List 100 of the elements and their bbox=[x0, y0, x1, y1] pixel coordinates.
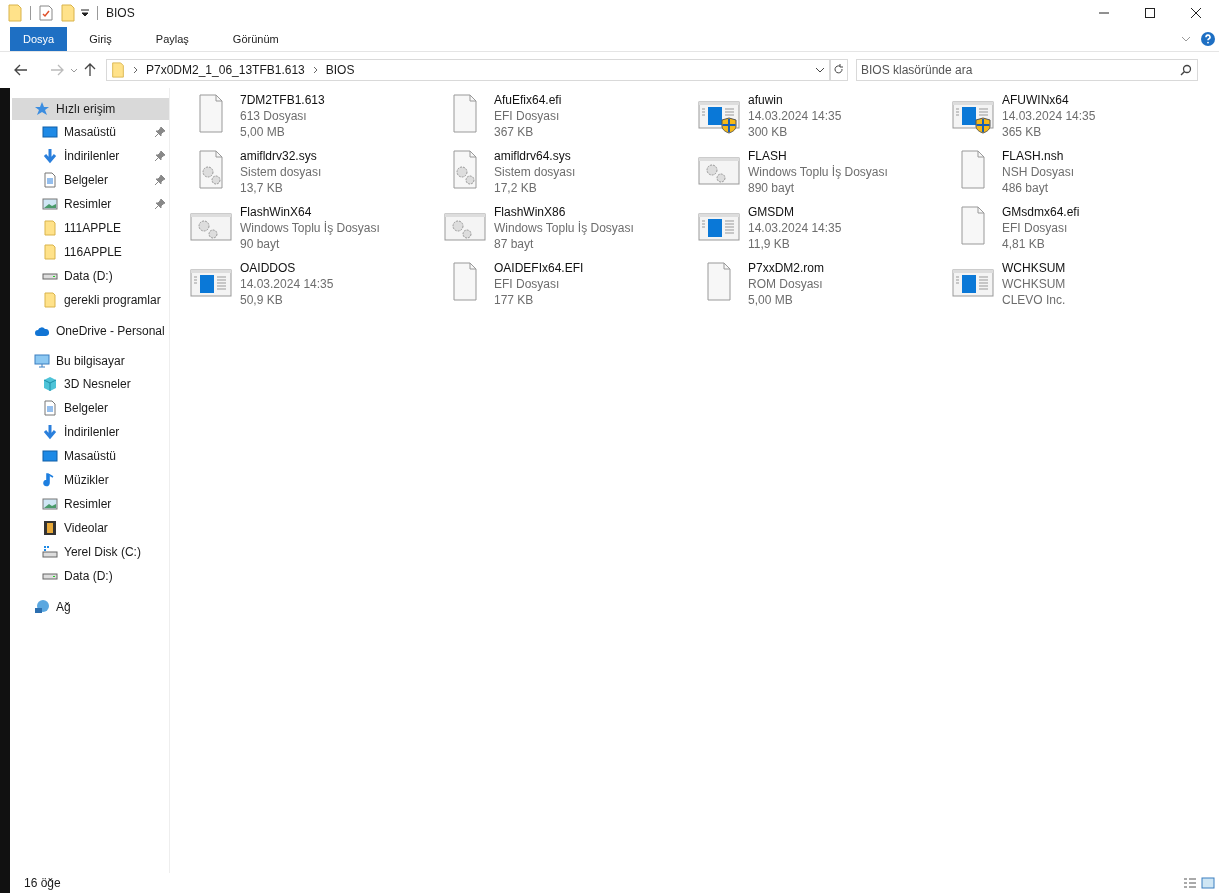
refresh-button[interactable] bbox=[830, 59, 848, 81]
file-type: 14.03.2024 14:35 bbox=[748, 108, 842, 124]
file-type: EFI Dosyası bbox=[494, 276, 561, 292]
breadcrumb[interactable]: BIOS bbox=[325, 61, 355, 79]
file-type: Sistem dosyası bbox=[494, 164, 576, 180]
folder-icon bbox=[42, 292, 58, 308]
help-icon[interactable] bbox=[1201, 32, 1215, 46]
file-type: ROM Dosyası bbox=[748, 276, 824, 292]
file-icon[interactable] bbox=[958, 206, 988, 246]
refresh-icon bbox=[834, 64, 844, 76]
sidebar-item[interactable]: 111APPLE bbox=[12, 216, 169, 240]
sidebar-item[interactable]: Videolar bbox=[12, 516, 169, 540]
file-icon[interactable] bbox=[450, 94, 480, 134]
back-arrow-icon[interactable] bbox=[14, 64, 28, 76]
breadcrumb[interactable]: P7x0DM2_1_06_13TFB1.613 bbox=[146, 61, 305, 79]
pin-icon[interactable] bbox=[155, 175, 165, 185]
file-name[interactable]: FLASH bbox=[748, 148, 888, 164]
folder-icon bbox=[111, 62, 125, 78]
up-arrow-icon[interactable] bbox=[84, 63, 96, 77]
file-type: 14.03.2024 14:35 bbox=[240, 276, 334, 292]
file-icon[interactable] bbox=[450, 262, 480, 302]
new-folder-icon[interactable] bbox=[61, 3, 75, 22]
file-size: 87 bayt bbox=[494, 236, 535, 252]
sidebar-item[interactable]: Müzikler bbox=[12, 468, 169, 492]
desktop-icon bbox=[42, 124, 58, 140]
chevron-down-icon[interactable] bbox=[815, 67, 825, 73]
file-name[interactable]: amifldrv32.sys bbox=[240, 148, 322, 164]
file-icon[interactable] bbox=[704, 262, 734, 302]
file-name[interactable]: 7DM2TFB1.613 bbox=[240, 92, 325, 108]
large-icons-view-icon[interactable] bbox=[1201, 877, 1215, 889]
download-arrow-icon bbox=[42, 424, 58, 440]
ribbon-tab[interactable]: Paylaş bbox=[133, 27, 211, 51]
file-name[interactable]: OAIDEFIx64.EFI bbox=[494, 260, 584, 276]
file-icon[interactable] bbox=[196, 94, 226, 134]
sidebar-item[interactable]: gerekli programlar bbox=[12, 288, 169, 312]
folder-icon bbox=[8, 3, 22, 22]
file-type: Windows Toplu İş Dosyası bbox=[494, 220, 634, 236]
file-name[interactable]: AfuEfix64.efi bbox=[494, 92, 562, 108]
file-size: 177 KB bbox=[494, 292, 535, 308]
details-view-icon[interactable] bbox=[1183, 877, 1197, 889]
pin-icon[interactable] bbox=[155, 199, 165, 209]
file-name[interactable]: afuwin bbox=[748, 92, 842, 108]
file-name[interactable]: amifldrv64.sys bbox=[494, 148, 576, 164]
sidebar-item[interactable]: Data (D:) bbox=[12, 264, 169, 288]
sidebar-item[interactable]: Resimler bbox=[12, 192, 169, 216]
gear-file-icon[interactable] bbox=[450, 150, 480, 190]
forward-arrow-icon[interactable] bbox=[50, 64, 64, 76]
ribbon-tab[interactable]: Görünüm bbox=[210, 27, 301, 51]
sidebar-item[interactable]: Masaüstü bbox=[12, 120, 169, 144]
sidebar-item[interactable]: 116APPLE bbox=[12, 240, 169, 264]
file-name[interactable]: P7xxDM2.rom bbox=[748, 260, 824, 276]
sidebar-item[interactable]: Resimler bbox=[12, 492, 169, 516]
drive-icon bbox=[42, 544, 58, 560]
file-name[interactable]: AFUWINx64 bbox=[1002, 92, 1096, 108]
sidebar-item[interactable]: Belgeler bbox=[12, 396, 169, 420]
file-name[interactable]: GMSDM bbox=[748, 204, 842, 220]
file-name[interactable]: OAIDDOS bbox=[240, 260, 334, 276]
breadcrumb-separator bbox=[133, 66, 138, 74]
sidebar-item[interactable]: İndirilenler bbox=[12, 420, 169, 444]
file-size: 890 bayt bbox=[748, 180, 796, 196]
dropdown-icon[interactable] bbox=[81, 8, 89, 17]
file-name[interactable]: GMsdmx64.efi bbox=[1002, 204, 1080, 220]
network-icon bbox=[34, 599, 50, 615]
file-size: 17,2 KB bbox=[494, 180, 538, 196]
search-field[interactable]: BIOS klasöründe ara bbox=[856, 59, 1198, 81]
sidebar-item[interactable]: 3D Nesneler bbox=[12, 372, 169, 396]
gear-file-icon[interactable] bbox=[196, 150, 226, 190]
search-icon[interactable] bbox=[1180, 64, 1192, 76]
sidebar-item[interactable]: Data (D:) bbox=[12, 564, 169, 588]
ribbon-tab[interactable]: Dosya bbox=[10, 27, 68, 51]
file-size: 486 bayt bbox=[1002, 180, 1050, 196]
sidebar-item[interactable]: İndirilenler bbox=[12, 144, 169, 168]
sidebar-item[interactable]: Bu bilgisayar bbox=[12, 350, 169, 372]
file-name[interactable]: FLASH.nsh bbox=[1002, 148, 1075, 164]
file-size: 13,7 KB bbox=[240, 180, 284, 196]
star-icon bbox=[34, 101, 50, 117]
cube-icon bbox=[42, 376, 58, 392]
pin-icon[interactable] bbox=[155, 127, 165, 137]
address-bar[interactable]: P7x0DM2_1_06_13TFB1.613 BIOS bbox=[106, 59, 830, 81]
file-type: NSH Dosyası bbox=[1002, 164, 1075, 180]
sidebar-item[interactable]: Hızlı erişim bbox=[12, 98, 169, 120]
file-name[interactable]: FlashWinX86 bbox=[494, 204, 634, 220]
file-size: 4,81 KB bbox=[1002, 236, 1046, 252]
file-icon[interactable] bbox=[958, 150, 988, 190]
ribbon-tab[interactable]: Giriş bbox=[67, 27, 134, 51]
file-size: 90 bayt bbox=[240, 236, 281, 252]
pin-icon[interactable] bbox=[155, 151, 165, 161]
sidebar-item[interactable]: Masaüstü bbox=[12, 444, 169, 468]
download-arrow-icon bbox=[42, 148, 58, 164]
file-name[interactable]: FlashWinX64 bbox=[240, 204, 380, 220]
file-size: 11,9 KB bbox=[748, 236, 791, 252]
sidebar-item[interactable]: Ağ bbox=[12, 596, 169, 618]
file-name[interactable]: WCHKSUM bbox=[1002, 260, 1066, 276]
sidebar-item[interactable]: OneDrive - Personal bbox=[12, 320, 169, 342]
properties-icon[interactable] bbox=[39, 4, 53, 21]
folder-icon bbox=[42, 244, 58, 260]
file-type: EFI Dosyası bbox=[494, 108, 561, 124]
sidebar-item[interactable]: Yerel Disk (C:) bbox=[12, 540, 169, 564]
sidebar-item[interactable]: Belgeler bbox=[12, 168, 169, 192]
file-type: Windows Toplu İş Dosyası bbox=[240, 220, 380, 236]
